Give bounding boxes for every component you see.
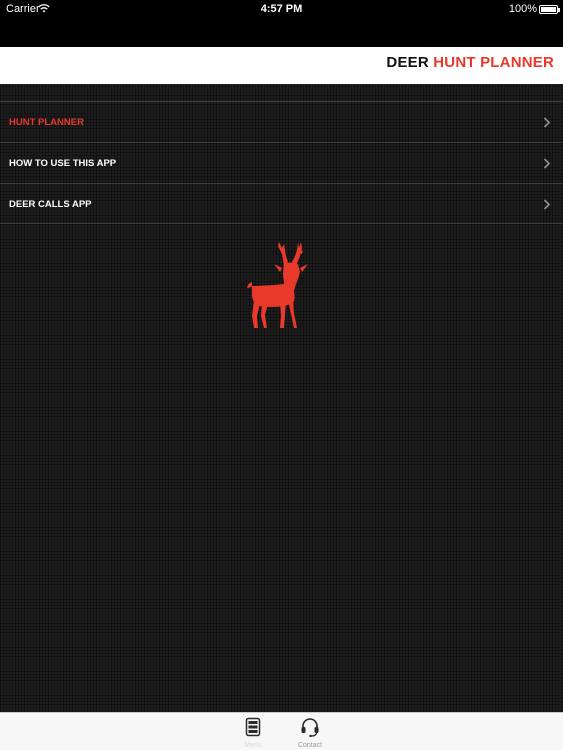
menu-item-label: HUNT PLANNER xyxy=(9,117,84,128)
menu-item-label: DEER CALLS APP xyxy=(9,199,92,210)
deer-icon xyxy=(247,242,308,328)
tab-label: Menu xyxy=(244,742,262,749)
menu-item-hunt-planner[interactable]: HUNT PLANNER xyxy=(0,101,563,142)
tab-menu[interactable]: Menu xyxy=(233,717,273,750)
headset-icon xyxy=(301,718,319,737)
title-word-deer: DEER xyxy=(386,54,429,71)
battery-icon xyxy=(539,5,560,14)
menu-list-icon xyxy=(245,717,261,737)
tab-bar: Menu Contact xyxy=(0,712,563,750)
clock: 4:57 PM xyxy=(260,3,303,15)
menu-item-label: HOW TO USE THIS APP xyxy=(9,158,117,169)
title-word-hunt-planner: HUNT PLANNER xyxy=(433,54,554,71)
chevron-right-icon xyxy=(543,199,551,210)
tab-label: Contact xyxy=(297,742,323,749)
tab-contact[interactable]: Contact xyxy=(290,717,330,750)
chevron-right-icon xyxy=(543,158,551,169)
battery-percentage: 100% xyxy=(508,3,537,15)
chevron-right-icon xyxy=(543,117,551,128)
menu-item-deer-calls-app[interactable]: DEER CALLS APP xyxy=(0,183,563,224)
top-strip xyxy=(0,20,563,47)
status-bar: Carrier 4:57 PM 100% xyxy=(0,0,563,20)
menu-item-how-to-use[interactable]: HOW TO USE THIS APP xyxy=(0,142,563,183)
app-header: DEER HUNT PLANNER xyxy=(0,47,563,84)
app-title: DEER HUNT PLANNER xyxy=(386,54,554,71)
main-menu: HUNT PLANNER HOW TO USE THIS APP DEER CA… xyxy=(0,101,563,224)
